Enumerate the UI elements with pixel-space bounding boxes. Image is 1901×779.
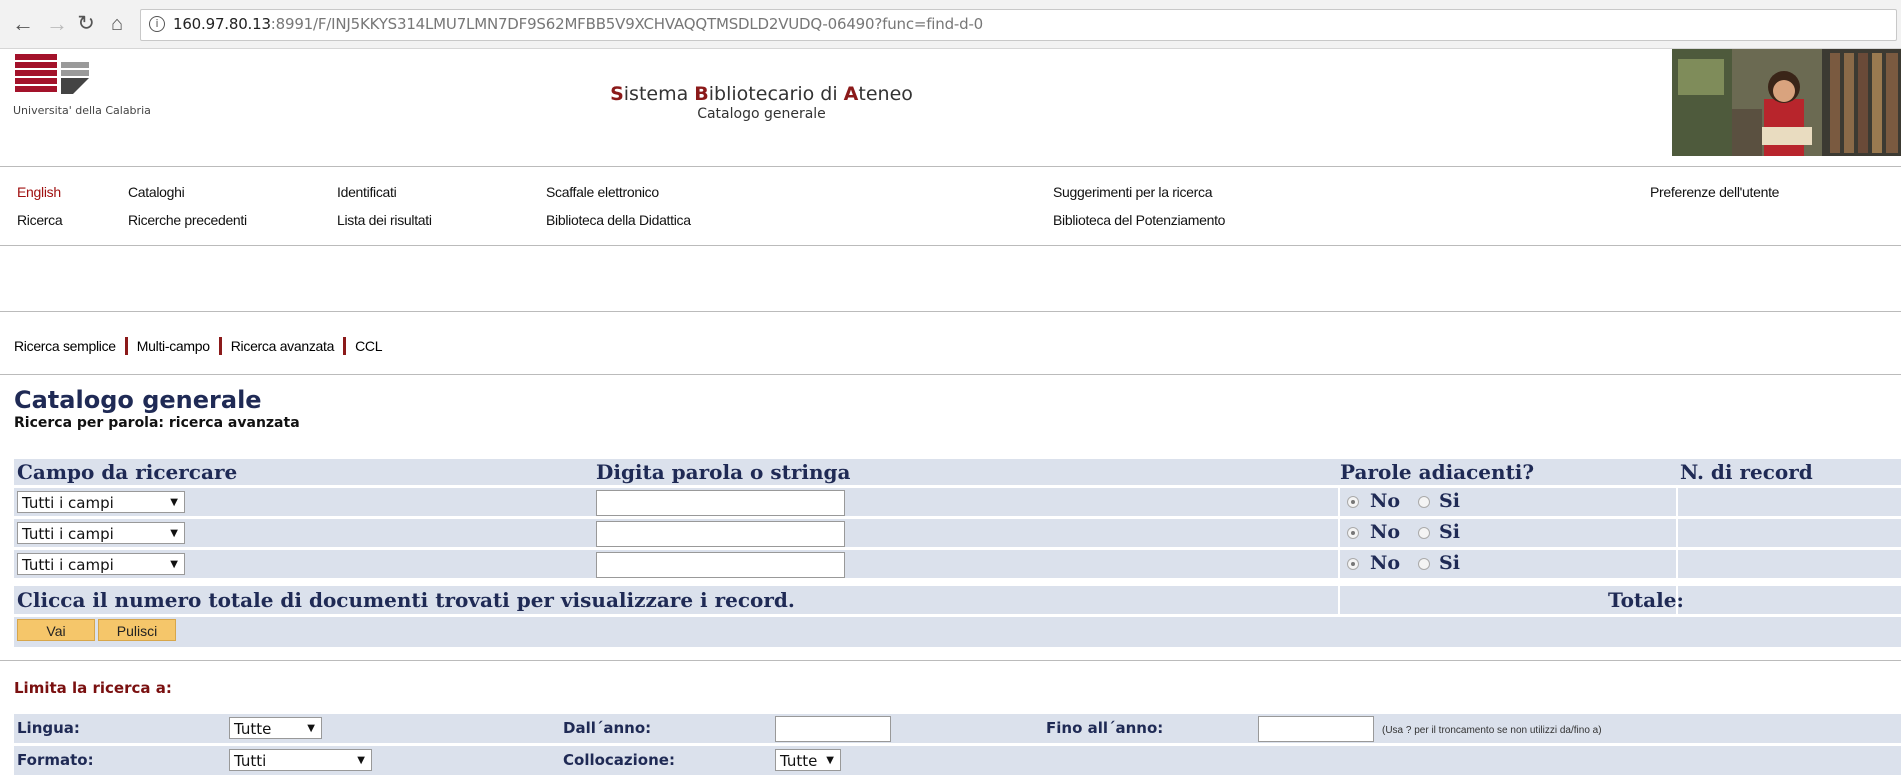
radio-no-2[interactable] xyxy=(1347,527,1359,539)
vai-button[interactable]: Vai xyxy=(17,619,95,641)
divider xyxy=(0,245,1901,246)
tab-separator xyxy=(343,337,347,356)
header-adiacenti: Parole adiacenti? xyxy=(1340,460,1535,484)
form-row xyxy=(1678,488,1901,516)
radio-no-1[interactable] xyxy=(1347,496,1359,508)
total-label: Totale: xyxy=(1608,588,1684,612)
nav-ricerca[interactable]: Ricerca xyxy=(17,212,63,228)
form-row xyxy=(1678,519,1901,547)
divider xyxy=(0,660,1901,661)
radio-si-3[interactable] xyxy=(1418,558,1430,570)
total-row xyxy=(1678,586,1901,614)
formato-select[interactable]: Tutti ▼ xyxy=(229,749,372,771)
search-input-2[interactable] xyxy=(596,521,845,547)
tab-separator xyxy=(218,337,222,356)
tab-ricerca-avanzata[interactable]: Ricerca avanzata xyxy=(231,338,335,354)
pulisci-button[interactable]: Pulisci xyxy=(98,619,176,641)
url-text[interactable]: 160.97.80.13:8991/F/INJ5KKYS314LMU7LMN7D… xyxy=(173,15,983,33)
nav-preferenze[interactable]: Preferenze dell'utente xyxy=(1650,184,1779,200)
formato-label: Formato: xyxy=(17,751,94,769)
year-hint: (Usa ? per il troncamento se non utilizz… xyxy=(1382,725,1602,736)
header-campo: Campo da ricercare xyxy=(17,460,238,484)
reload-icon[interactable]: ↻ xyxy=(73,10,99,38)
radio-no-label: No xyxy=(1370,490,1401,512)
dropdown-arrow-icon: ▼ xyxy=(357,755,365,766)
page-subtitle: Ricerca per parola: ricerca avanzata xyxy=(14,415,300,431)
header-photo xyxy=(1672,49,1901,156)
header-parola: Digita parola o stringa xyxy=(596,460,851,484)
collocazione-label: Collocazione: xyxy=(563,751,675,769)
lingua-label: Lingua: xyxy=(17,719,80,737)
tab-ccl[interactable]: CCL xyxy=(355,338,382,354)
browser-toolbar: ← → ↻ ⌂ i 160.97.80.13:8991/F/INJ5KKYS31… xyxy=(0,0,1901,49)
search-input-1[interactable] xyxy=(596,490,845,516)
click-note: Clicca il numero totale di documenti tro… xyxy=(17,588,795,612)
home-icon[interactable]: ⌂ xyxy=(104,10,130,38)
to-year-input[interactable] xyxy=(1258,716,1374,742)
page-title: Catalogo generale xyxy=(14,386,262,414)
dropdown-arrow-icon: ▼ xyxy=(826,755,834,766)
radio-si-1[interactable] xyxy=(1418,496,1430,508)
tab-multi-campo[interactable]: Multi-campo xyxy=(137,338,210,354)
nav-biblioteca-potenziamento[interactable]: Biblioteca del Potenziamento xyxy=(1053,212,1225,228)
search-tabs: Ricerca semplice Multi-campo Ricerca avanz… xyxy=(14,337,383,356)
divider xyxy=(0,311,1901,312)
lingua-select[interactable]: Tutte ▼ xyxy=(229,717,322,739)
radio-no-label: No xyxy=(1370,552,1401,574)
header-n-record: N. di record xyxy=(1680,460,1813,484)
radio-no-3[interactable] xyxy=(1347,558,1359,570)
arrow-right-icon[interactable]: → xyxy=(44,10,70,38)
nav-suggerimenti[interactable]: Suggerimenti per la ricerca xyxy=(1053,184,1213,200)
dropdown-arrow-icon: ▼ xyxy=(170,528,178,539)
radio-si-2[interactable] xyxy=(1418,527,1430,539)
search-input-3[interactable] xyxy=(596,552,845,578)
dropdown-arrow-icon: ▼ xyxy=(307,723,315,734)
radio-si-label: Si xyxy=(1439,490,1460,512)
field-select-3[interactable]: Tutti i campi ▼ xyxy=(17,553,185,575)
site-subtitle: Catalogo generale xyxy=(697,106,826,122)
divider xyxy=(0,166,1901,167)
arrow-left-icon[interactable]: ← xyxy=(10,10,36,38)
button-row xyxy=(14,617,1901,647)
radio-no-label: No xyxy=(1370,521,1401,543)
nav-lista-risultati[interactable]: Lista dei risultati xyxy=(337,212,432,228)
nav-identificati[interactable]: Identificati xyxy=(337,184,397,200)
from-year-input[interactable] xyxy=(775,716,891,742)
limits-title: Limita la ricerca a: xyxy=(14,679,172,697)
dall-anno-label: Dall´anno: xyxy=(563,719,652,737)
info-icon[interactable]: i xyxy=(149,16,165,32)
nav-scaffale-elettronico[interactable]: Scaffale elettronico xyxy=(546,184,659,200)
nav-english[interactable]: English xyxy=(17,184,61,200)
radio-si-label: Si xyxy=(1439,552,1460,574)
fino-anno-label: Fino all´anno: xyxy=(1046,719,1164,737)
nav-ricerche-precedenti[interactable]: Ricerche precedenti xyxy=(128,212,247,228)
dropdown-arrow-icon: ▼ xyxy=(170,559,178,570)
site-title: Sistema Bibliotecario di Ateneo xyxy=(610,83,913,105)
form-header-row xyxy=(14,459,1901,485)
dropdown-arrow-icon: ▼ xyxy=(170,497,178,508)
form-row xyxy=(1678,550,1901,578)
field-select-1[interactable]: Tutti i campi ▼ xyxy=(17,491,185,513)
tab-separator xyxy=(124,337,128,356)
collocazione-select[interactable]: Tutte ▼ xyxy=(775,749,841,771)
tab-ricerca-semplice[interactable]: Ricerca semplice xyxy=(14,338,116,354)
divider xyxy=(0,374,1901,375)
field-select-2[interactable]: Tutti i campi ▼ xyxy=(17,522,185,544)
radio-si-label: Si xyxy=(1439,521,1460,543)
nav-cataloghi[interactable]: Cataloghi xyxy=(128,184,185,200)
address-bar[interactable]: i 160.97.80.13:8991/F/INJ5KKYS314LMU7LMN… xyxy=(140,9,1897,41)
nav-biblioteca-didattica[interactable]: Biblioteca della Didattica xyxy=(546,212,691,228)
